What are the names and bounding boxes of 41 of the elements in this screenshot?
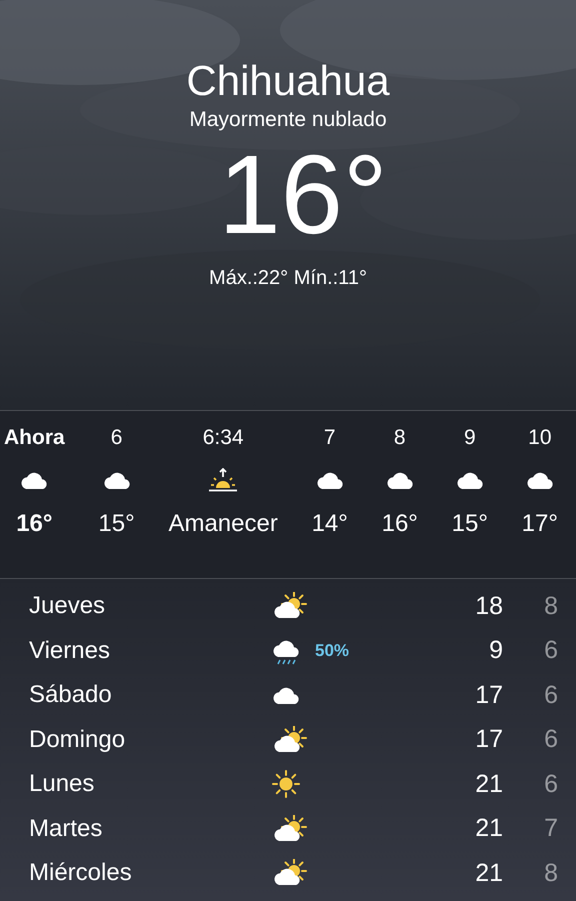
low-temperature: 8 [543,858,558,888]
hour-label: 8 [394,425,406,451]
high-temperature: 9 [488,635,503,666]
hour-label: 10 [528,425,552,451]
high-temperature: 17 [474,724,503,755]
low-temperature: 6 [543,635,558,666]
hour-temperature: 15° [98,509,135,539]
day-name: Lunes [29,769,96,800]
hour-label: Ahora [4,425,65,451]
high-temperature: 18 [474,590,503,622]
low-temperature: 8 [543,590,558,622]
city-name: Chihuahua [186,56,390,106]
hour-label: 9 [464,425,476,451]
current-temperature: 16° [217,133,388,257]
day-name: Domingo [29,724,126,755]
high-temperature: 21 [474,768,503,800]
low-temperature: 6 [543,768,558,800]
hour-label: 6:34 [202,425,244,451]
hour-temperature: Amanecer [168,509,278,539]
weather-condition: Mayormente nublado [189,107,387,133]
high-temperature: 21 [474,813,503,844]
hour-label: 7 [324,425,336,451]
day-name: Sábado [29,680,113,710]
hour-temperature: 16° [382,509,418,539]
hour-temperature: 15° [452,509,488,539]
hour-temperature: 14° [312,509,348,539]
precipitation-chance: 50% [315,641,350,660]
low-temperature: 6 [543,680,558,710]
hour-temperature: 16° [16,509,52,539]
high-low-temperature: Máx.:22° Mín.:11° [209,266,367,291]
sun-icon [271,769,301,800]
low-temperature: 7 [543,813,558,844]
hour-temperature: 17° [522,509,558,539]
hour-label: 6 [110,425,122,451]
low-temperature: 6 [543,724,558,755]
day-name: Miércoles [29,858,133,888]
day-name: Viernes [29,636,111,666]
day-name: Jueves [29,591,106,622]
day-name: Martes [29,814,104,844]
high-temperature: 21 [474,858,503,888]
high-temperature: 17 [474,680,503,710]
